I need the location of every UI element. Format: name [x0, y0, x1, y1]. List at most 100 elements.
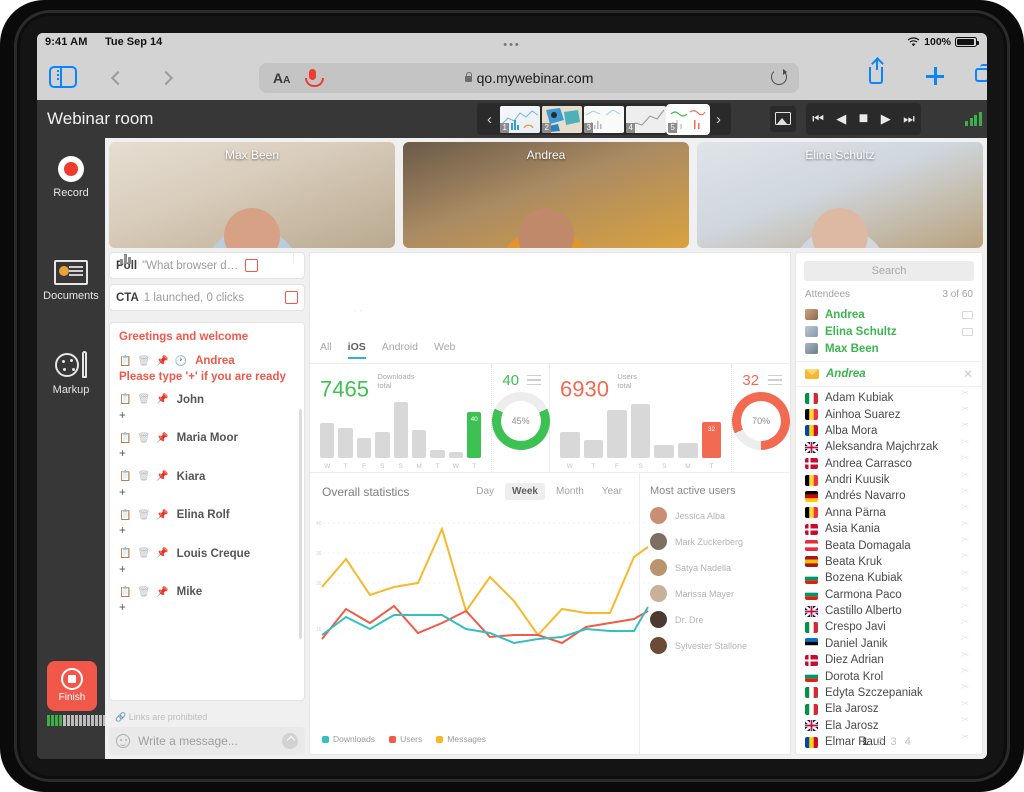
mute-icon[interactable] — [961, 682, 973, 697]
hamburger-menu-icon[interactable] — [767, 375, 782, 388]
attendee-row[interactable]: Anna Pärna — [796, 502, 982, 521]
list-item[interactable]: Dr. Dre — [650, 611, 790, 628]
delete-icon[interactable]: 🗑 — [137, 510, 150, 521]
pin-icon[interactable]: 📌 — [156, 433, 168, 444]
video-tile[interactable]: Max Been — [109, 142, 395, 248]
close-icon[interactable]: ✕ — [963, 367, 973, 381]
tab-all[interactable]: All — [320, 341, 332, 359]
forward-icon[interactable] — [158, 70, 174, 86]
pin-icon[interactable]: 📌 — [156, 356, 168, 367]
list-item[interactable]: Sylvester Stallone — [650, 637, 790, 654]
attendee-row[interactable]: Dorota Krol — [796, 666, 982, 684]
list-item[interactable]: Mark Zuckerberg — [650, 533, 790, 550]
attendee-row[interactable]: Bozena Kubiak — [796, 568, 982, 586]
search-input[interactable]: Search — [804, 261, 974, 281]
pin-icon[interactable]: 📌 — [156, 548, 168, 559]
mute-icon[interactable] — [961, 404, 973, 419]
mute-icon[interactable] — [961, 650, 973, 665]
attendee-row[interactable]: Edyta Szczepaniak — [796, 682, 982, 701]
delete-icon[interactable]: 🗑 — [137, 394, 150, 405]
finish-button[interactable]: Finish — [47, 661, 97, 711]
plus-icon[interactable] — [926, 67, 944, 85]
sidebar-icon[interactable] — [49, 66, 77, 88]
skip-start-icon[interactable]: ⏮ — [812, 111, 824, 127]
pin-icon[interactable]: 📌 — [156, 394, 168, 405]
range-year[interactable]: Year — [595, 483, 629, 500]
slide-thumb-3[interactable]: 3 — [584, 105, 624, 133]
mute-icon[interactable] — [961, 453, 973, 468]
copy-icon[interactable]: 📋 — [119, 433, 131, 444]
signal-bars-icon[interactable] — [965, 112, 982, 126]
address-bar[interactable]: AA qo.mywebinar.com — [259, 63, 799, 93]
mute-icon[interactable] — [961, 584, 973, 599]
attendee-row[interactable]: Ela Jarosz — [796, 699, 982, 717]
mute-icon[interactable] — [961, 470, 973, 485]
poll-row[interactable]: Poll "What browser d… — [109, 252, 305, 279]
cta-checkbox[interactable] — [285, 291, 298, 304]
mute-icon[interactable] — [961, 535, 973, 550]
clock-icon[interactable]: 🕐 — [175, 356, 187, 367]
image-icon[interactable] — [770, 106, 796, 132]
markup-button[interactable]: Markup — [37, 351, 105, 396]
range-month[interactable]: Month — [549, 483, 591, 500]
message-composer[interactable]: Write a message... — [109, 727, 305, 755]
video-tile[interactable]: Elina Schultz — [697, 142, 983, 248]
mute-icon[interactable] — [961, 568, 973, 583]
chat-scrollbar[interactable] — [299, 409, 302, 639]
copy-icon[interactable]: 📋 — [119, 394, 131, 405]
pin-icon[interactable]: 📌 — [156, 587, 168, 598]
page-3[interactable]: 3 — [891, 736, 897, 748]
mute-icon[interactable] — [961, 486, 973, 501]
slides-prev-button[interactable]: ‹ — [481, 111, 498, 128]
slides-next-button[interactable]: › — [710, 111, 727, 128]
page-4[interactable]: 4 — [905, 736, 911, 748]
presenter-row[interactable]: Andrea — [796, 306, 982, 323]
message-input[interactable]: Write a message... — [138, 734, 238, 748]
attendee-row[interactable]: Alba Mora — [796, 420, 982, 439]
copy-icon[interactable]: 📋 — [119, 548, 131, 559]
attendee-row[interactable]: Andri Kuusik — [796, 470, 982, 488]
attendee-row[interactable]: Beata Domagala — [796, 535, 982, 553]
attendee-row[interactable]: Aleksandra Majchrzak — [796, 437, 982, 455]
mute-icon[interactable] — [961, 388, 973, 403]
record-button[interactable]: Record — [37, 156, 105, 199]
mute-icon[interactable] — [961, 502, 973, 517]
attendee-row[interactable]: Crespo Javi — [796, 617, 982, 635]
attendee-row[interactable]: Carmona Paco — [796, 584, 982, 603]
attendee-row[interactable]: Andrea Carrasco — [796, 453, 982, 472]
attendee-row[interactable]: Diez Adrian — [796, 650, 982, 668]
mute-icon[interactable] — [961, 420, 973, 435]
range-week[interactable]: Week — [505, 483, 545, 500]
range-day[interactable]: Day — [469, 483, 501, 500]
smiley-icon[interactable] — [116, 734, 130, 748]
list-item[interactable]: Satya Nadella — [650, 559, 790, 576]
documents-button[interactable]: Documents — [37, 260, 105, 302]
attendee-row[interactable]: Asia Kania — [796, 519, 982, 537]
mute-icon[interactable] — [961, 617, 973, 632]
attendee-row[interactable]: Ainhoa Suarez — [796, 404, 982, 422]
attendee-row[interactable]: Andrés Navarro — [796, 486, 982, 504]
attendee-list[interactable]: Adam Kubiak Ainhoa Suarez Alba Mora Aleksan… — [796, 388, 982, 750]
slide-thumb-5[interactable]: 5 — [666, 103, 710, 135]
delete-icon[interactable]: 🗑 — [137, 433, 150, 444]
copy-icon[interactable]: 📋 — [119, 356, 131, 367]
presenter-row[interactable]: Elina Schultz — [796, 323, 982, 340]
mute-icon[interactable] — [961, 437, 973, 452]
window-handle[interactable]: ••• — [503, 39, 521, 51]
tabs-icon[interactable] — [975, 64, 987, 82]
list-item[interactable]: Marissa Mayer — [650, 585, 790, 602]
page-2[interactable]: 2 — [876, 736, 882, 748]
mute-icon[interactable] — [961, 601, 973, 616]
screen-share-icon[interactable] — [962, 310, 973, 319]
attendee-row[interactable]: Adam Kubiak — [796, 388, 982, 406]
copy-icon[interactable]: 📋 — [119, 587, 131, 598]
moderator-row[interactable]: Andrea ✕ — [796, 361, 982, 387]
mute-icon[interactable] — [961, 715, 973, 730]
slide-thumb-1[interactable]: 1 — [500, 105, 540, 133]
stop-icon[interactable]: ■ — [859, 110, 869, 128]
skip-end-icon[interactable]: ⏭ — [903, 111, 915, 127]
mute-icon[interactable] — [961, 699, 973, 714]
mute-icon[interactable] — [961, 666, 973, 681]
bar-chart-icon[interactable] — [120, 253, 294, 264]
attendee-row[interactable]: Daniel Janik — [796, 633, 982, 652]
